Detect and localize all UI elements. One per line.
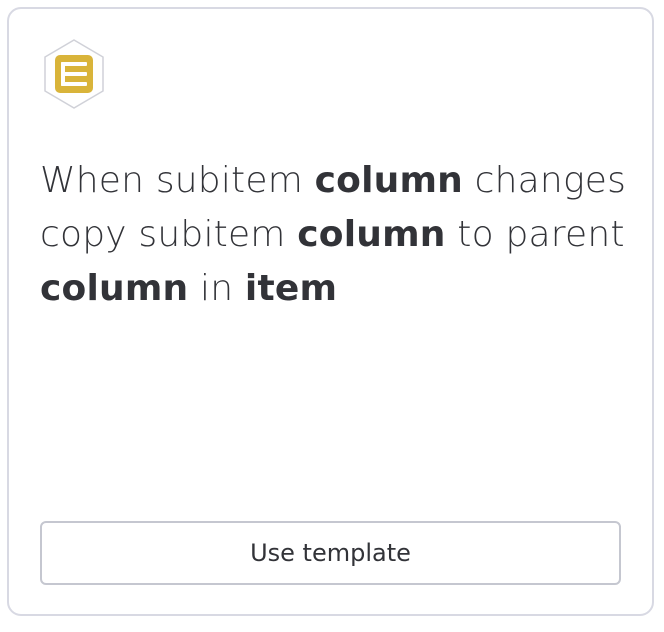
recipe-text: When subitem xyxy=(40,160,315,201)
recipe-text: in xyxy=(188,268,245,309)
automation-template-card[interactable]: When subitem column changes copy subitem… xyxy=(7,7,654,616)
recipe-token-item: item xyxy=(244,268,338,309)
use-template-button[interactable]: Use template xyxy=(40,521,621,585)
recipe-token-column: column xyxy=(40,268,189,309)
hexagon-icon xyxy=(44,39,104,109)
recipe-token-column: column xyxy=(314,160,464,201)
recipe-sentence: When subitem column changes copy subitem… xyxy=(40,154,640,316)
subitems-app-icon xyxy=(43,39,105,109)
recipe-text: to parent xyxy=(445,214,625,255)
recipe-token-column: column xyxy=(297,214,446,255)
